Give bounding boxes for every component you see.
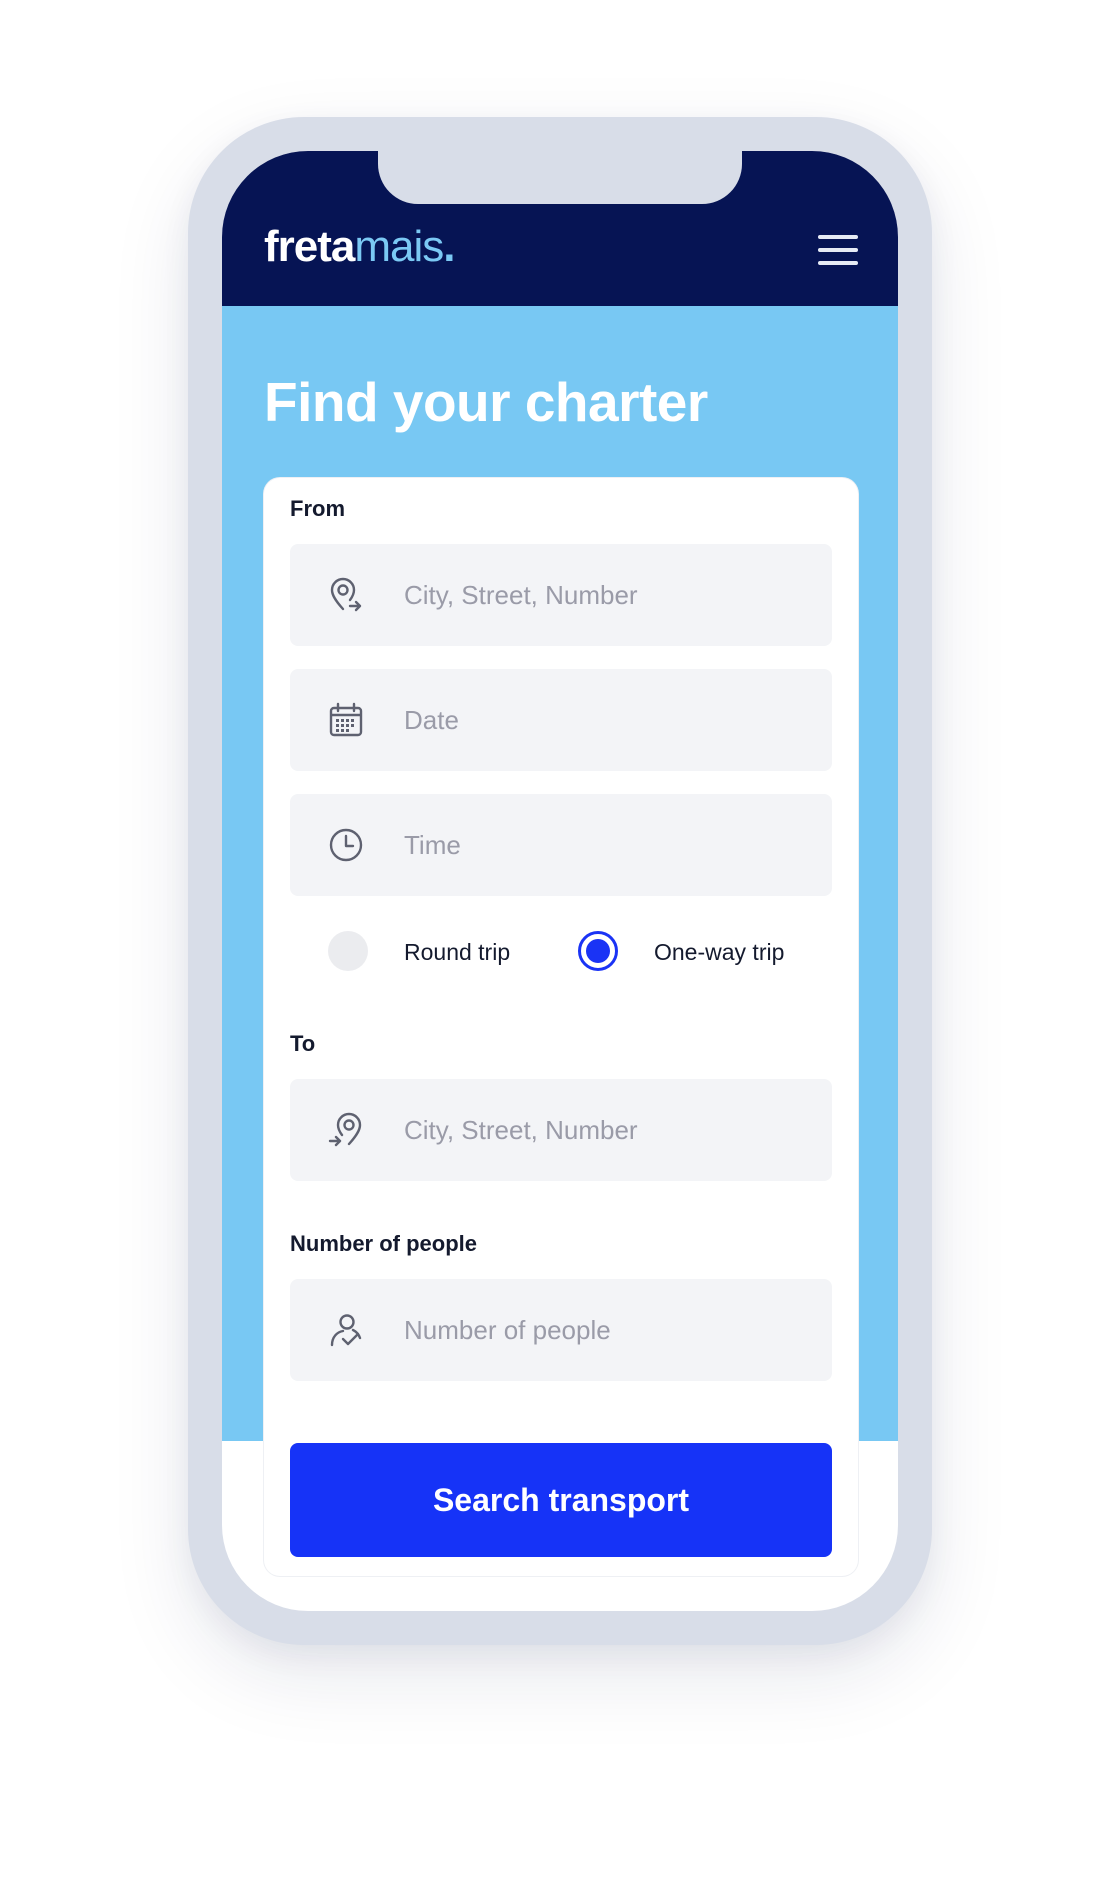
to-address-placeholder: City, Street, Number [404,1115,638,1145]
pin-to-icon [328,1112,362,1147]
page-title: Find your charter [264,371,708,433]
time-placeholder: Time [404,830,461,860]
logo-dot: . [443,222,455,271]
clock-icon [329,828,363,862]
logo-text-part1: freta [264,222,355,271]
date-input[interactable]: Date [290,669,832,771]
search-transport-button[interactable]: Search transport [290,1443,832,1557]
people-count-placeholder: Number of people [404,1315,611,1345]
calendar-icon [329,702,363,737]
search-form-card: From City, Street, Number Date Time Roun… [264,478,858,1576]
to-label: To [290,1031,316,1056]
page: fretamais. Find your charter From City, … [0,0,1118,1904]
to-address-input[interactable]: City, Street, Number [290,1079,832,1181]
time-input[interactable]: Time [290,794,832,896]
date-placeholder: Date [404,705,459,735]
brand-logo[interactable]: fretamais. [264,222,456,271]
logo-text-part2: mais [354,222,444,271]
phone-screen: fretamais. Find your charter From City, … [222,151,898,1611]
pin-from-icon [330,577,362,612]
from-address-placeholder: City, Street, Number [404,580,638,610]
one-way-trip-radio[interactable] [578,931,618,971]
from-address-input[interactable]: City, Street, Number [290,544,832,646]
phone-notch [378,151,742,204]
one-way-trip-label[interactable]: One-way trip [654,939,784,966]
trip-type-group: Round trip One-way trip [290,930,832,980]
people-count-input[interactable]: Number of people [290,1279,832,1381]
round-trip-label[interactable]: Round trip [404,939,510,966]
people-label: Number of people [290,1231,478,1256]
from-label: From [290,496,345,521]
people-icon [330,1314,362,1347]
menu-icon[interactable] [818,235,858,265]
round-trip-radio[interactable] [328,931,368,971]
